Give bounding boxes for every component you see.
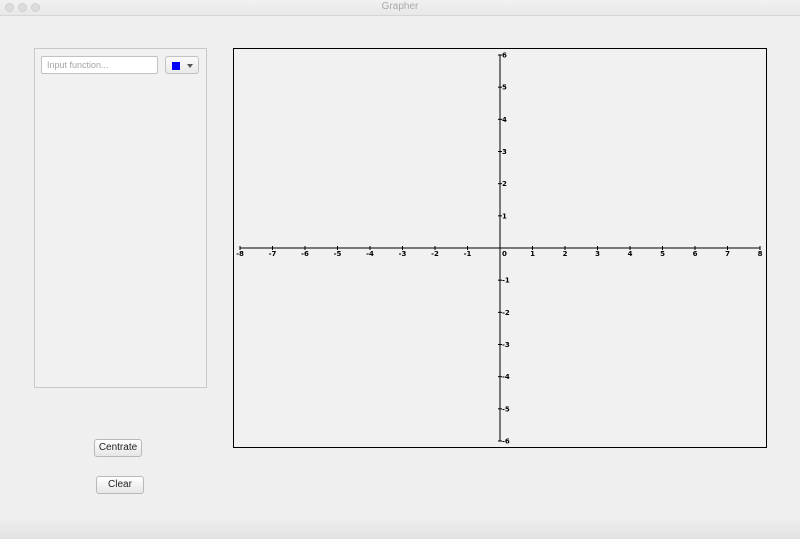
clear-button[interactable]: Clear: [96, 476, 144, 494]
y-tick-label: -5: [502, 405, 510, 413]
x-tick-label: 7: [725, 250, 730, 258]
grapher-window: Grapher Centrate Clear -8 -7 -6 -5 -4 -3 -2 -1 0…: [0, 0, 800, 539]
y-tick-label: 2: [502, 180, 507, 188]
x-tick-label: -4: [366, 250, 374, 258]
graph-canvas[interactable]: -8 -7 -6 -5 -4 -3 -2 -1 0 1 2 3 4 5 6 7 8 6 5 4 3 2 1 -1 -2 -3 -4 -…: [233, 48, 767, 448]
y-tick-label: -6: [502, 438, 510, 446]
title-bar: Grapher: [0, 0, 800, 16]
function-list-panel: [34, 48, 207, 388]
x-tick-label: -8: [236, 250, 244, 258]
x-tick-label: 6: [693, 250, 698, 258]
window-bottom-bar: [0, 520, 800, 539]
x-tick-label: 1: [530, 250, 535, 258]
x-tick-label: -1: [464, 250, 472, 258]
color-swatch: [172, 62, 180, 70]
y-tick-label: 4: [502, 116, 507, 124]
chevron-down-icon: [187, 64, 193, 68]
x-tick-label: 3: [595, 250, 600, 258]
y-tick-label: -3: [502, 341, 510, 349]
color-picker-dropdown[interactable]: [165, 56, 199, 74]
x-tick-label: -5: [334, 250, 342, 258]
y-tick-label: 1: [502, 212, 507, 220]
x-tick-label: 0: [502, 250, 507, 258]
x-tick-label: 5: [660, 250, 665, 258]
x-tick-label: -2: [431, 250, 439, 258]
x-tick-label: -3: [399, 250, 407, 258]
x-tick-label: 8: [758, 250, 763, 258]
x-tick-label: -7: [269, 250, 277, 258]
window-title: Grapher: [381, 1, 419, 12]
y-tick-label: -4: [502, 373, 510, 381]
graph-svg: -8 -7 -6 -5 -4 -3 -2 -1 0 1 2 3 4 5 6 7 8 6 5 4 3 2 1 -1 -2 -3 -4 -…: [236, 52, 763, 446]
x-tick-label: -6: [301, 250, 309, 258]
centrate-button[interactable]: Centrate: [94, 439, 142, 457]
function-input[interactable]: [41, 56, 158, 74]
x-tick-label: 4: [628, 250, 633, 258]
y-tick-label: -2: [502, 309, 510, 317]
y-tick-label: -1: [502, 277, 510, 285]
x-tick-label: 2: [563, 250, 568, 258]
y-tick-label: 3: [502, 148, 507, 156]
y-tick-label: 5: [502, 84, 507, 92]
y-tick-label: 6: [502, 52, 507, 60]
